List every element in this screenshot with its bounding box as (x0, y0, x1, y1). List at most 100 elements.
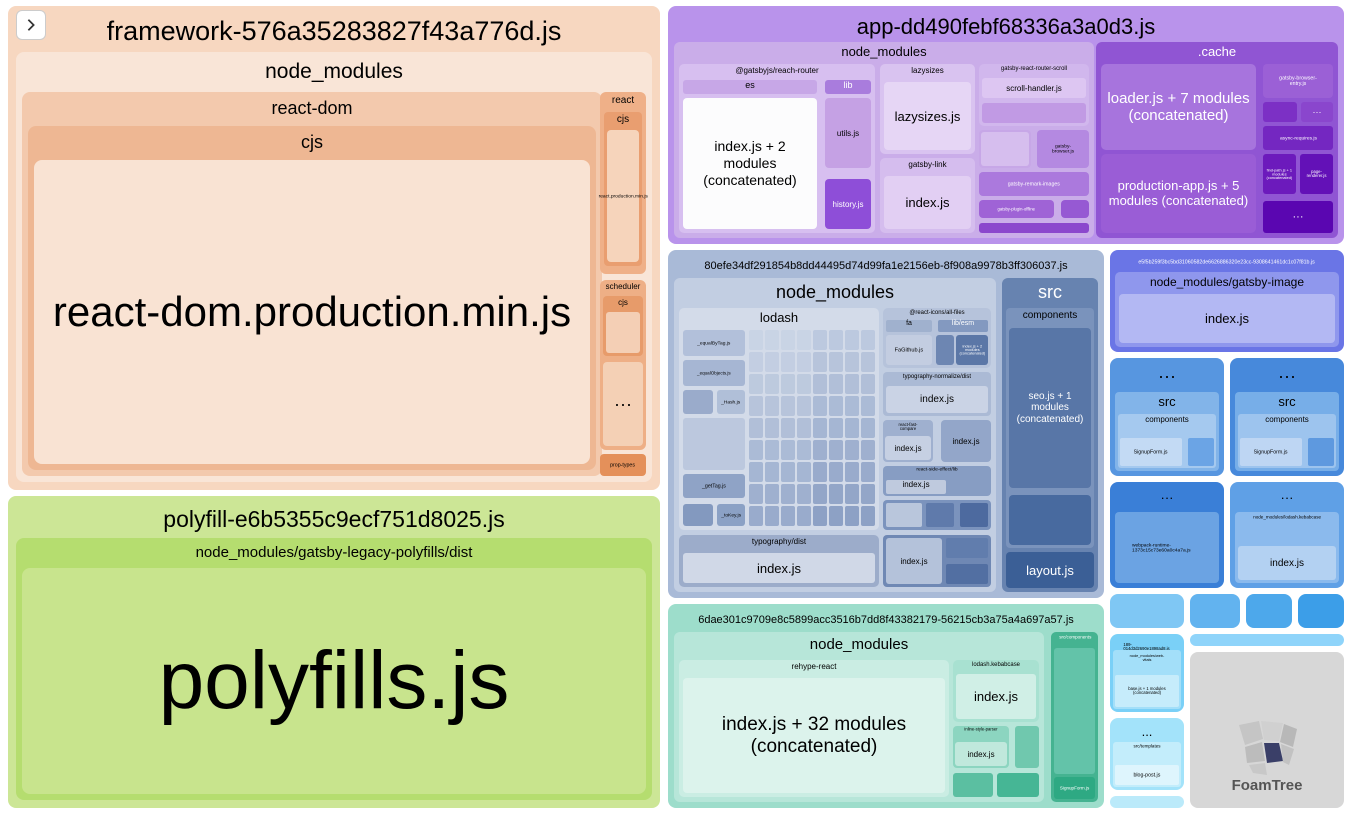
blog-post-inner[interactable]: src/templates blog-post.js (1113, 742, 1181, 787)
typography-normalize-group[interactable]: typography-normalize/dist index.js (883, 372, 991, 416)
chunk2-small-c[interactable] (997, 773, 1039, 797)
chunk-framework[interactable]: framework-576a35283827f43a776d.js node_m… (8, 6, 660, 490)
chunk-gatsby-image[interactable]: e5f5b259f3bc5bd31060582de6626886320e23cc… (1110, 250, 1344, 352)
chunk-small-4[interactable] (1298, 594, 1344, 628)
gatsby-image-file[interactable]: index.js (1119, 294, 1335, 343)
chunk-web-vitals[interactable]: 189-014d3d2690e1898ad8.js node_modules/w… (1110, 634, 1184, 712)
icons-dots[interactable] (936, 335, 954, 365)
chunk1-node-modules[interactable]: node_modules lodash _equalByTag.js _equa… (674, 278, 996, 592)
react-side-effect-group[interactable]: react-side-effect/lib index.js (883, 466, 991, 496)
cjs-group[interactable]: cjs react-dom.production.min.js (28, 126, 596, 470)
page-renderer-file[interactable]: page-renderer.js (1300, 154, 1333, 194)
chunk-small-2[interactable] (1190, 594, 1240, 628)
chunk-tiny-bottom[interactable] (1110, 796, 1184, 808)
gatsby-plugin-offline-group[interactable]: gatsby-plugin-offline (979, 200, 1054, 218)
prop-types-group[interactable]: prop-types (600, 454, 646, 476)
chunk2-small-a[interactable] (1015, 726, 1039, 768)
production-app-file[interactable]: production-app.js + 5 modules (concatena… (1101, 154, 1256, 233)
fa-github-file[interactable]: FaGithub.js (886, 335, 932, 365)
chunk2-small-b[interactable] (953, 773, 993, 797)
lazysizes-file[interactable]: lazysizes.js (884, 82, 971, 150)
layout-file[interactable]: layout.js (1006, 552, 1094, 588)
chunk-src-b[interactable]: ··· src components SignupForm.js (1230, 358, 1344, 476)
scheduler-more[interactable]: ··· (603, 362, 643, 446)
scheduler-file[interactable] (606, 312, 640, 353)
find-path-file[interactable]: find-path.js + 1 modules (concatenated) (1263, 154, 1296, 194)
polyfills-file[interactable]: polyfills.js (22, 568, 646, 794)
icons-index-file[interactable]: index.js + 2 modules (concatenated) (956, 335, 988, 365)
lib-esm-group[interactable]: lib/esm (938, 320, 988, 332)
src-b-inner[interactable]: src components SignupForm.js (1235, 392, 1339, 471)
reach-router-group[interactable]: @gatsbyjs/reach-router es lib index.js +… (679, 64, 875, 233)
chunk2-node-modules[interactable]: node_modules rehype-react index.js + 32 … (674, 632, 1044, 802)
webpack-runtime-file[interactable]: webpack-runtime-1373c15c73e60a0c4a7a.js (1115, 512, 1219, 583)
history-file[interactable]: history.js (825, 179, 871, 229)
lodash-cell[interactable]: _Hash.js (717, 390, 745, 414)
inline-style-group[interactable]: inline-style-parser index.js (953, 726, 1009, 768)
reach-index-file[interactable]: index.js + 2 modules (concatenated) (683, 98, 817, 229)
toggle-sidebar-button[interactable] (16, 10, 46, 40)
lodash-kebab-group[interactable]: lodash.kebabcase index.js (953, 660, 1039, 722)
typography-file[interactable]: index.js (683, 553, 875, 583)
components[interactable]: components SignupForm.js (1118, 414, 1216, 468)
lodash-group[interactable]: lodash _equalByTag.js _equalObjects.js _… (679, 308, 879, 530)
scroll-handler-file[interactable]: scroll-handler.js (982, 78, 1086, 98)
react-fast-compare[interactable]: react-fast-compare index.js (883, 420, 933, 462)
typography-normalize-file[interactable]: index.js (886, 386, 988, 413)
chunk1-misc-bottom[interactable]: index.js (883, 535, 991, 587)
react-cjs[interactable]: cjs react.production.min.js (604, 112, 642, 266)
chunk-src-a[interactable]: ··· src components SignupForm.js (1110, 358, 1224, 476)
lodash-cells[interactable] (683, 418, 745, 470)
rehype-group[interactable]: rehype-react index.js + 32 modules (conc… (679, 660, 949, 797)
chunk-lodash-kebab[interactable]: ··· node_modules/lodash.kebabcase index.… (1230, 482, 1344, 588)
gatsby-image-path[interactable]: node_modules/gatsby-image index.js (1115, 272, 1339, 347)
es-group[interactable]: es (683, 80, 817, 94)
lodash-kebab-inner[interactable]: node_modules/lodash.kebabcase index.js (1235, 512, 1339, 583)
seo-file[interactable]: seo.js + 1 modules (concatenated) (1009, 328, 1091, 488)
scheduler-cjs[interactable]: cjs (603, 296, 643, 356)
misc-row[interactable] (883, 500, 991, 530)
scheduler-group[interactable]: scheduler cjs ··· (600, 280, 646, 450)
web-vitals-inner[interactable]: node_modules/web-vitals base.js + 1 modu… (1113, 650, 1181, 709)
app-node-modules[interactable]: node_modules @gatsbyjs/reach-router es l… (674, 42, 1094, 238)
chunk2-src-components[interactable]: src/components SignupForm.js (1051, 632, 1098, 802)
app-small-a[interactable] (979, 130, 1031, 168)
chunk-strip[interactable] (1190, 634, 1344, 646)
lazysizes-group[interactable]: lazysizes lazysizes.js (880, 64, 975, 154)
chunk-small-3[interactable] (1246, 594, 1292, 628)
lib-group[interactable]: lib (825, 80, 871, 94)
chunk1-src[interactable]: src components seo.js + 1 modules (conca… (1002, 278, 1098, 592)
kebab-file[interactable]: index.js (956, 674, 1036, 719)
lodash-cell[interactable]: _toKey.js (717, 504, 745, 526)
scroll-more[interactable] (982, 103, 1086, 123)
components-group[interactable]: components seo.js + 1 modules (concatena… (1006, 308, 1094, 548)
gatsby-remark-group[interactable]: gatsby-remark-images (979, 172, 1089, 196)
gatsby-browser-file[interactable]: gatsby-browser.js (1037, 130, 1089, 168)
gatsby-scroll-group[interactable]: gatsby-react-router-scroll scroll-handle… (979, 64, 1089, 126)
utils-file[interactable]: utils.js (825, 98, 871, 168)
gatsby-browser-row[interactable] (979, 223, 1089, 233)
chunk-blog-post[interactable]: ... src/templates blog-post.js (1110, 718, 1184, 790)
lodash-cell[interactable] (683, 504, 713, 526)
chunk-polyfill[interactable]: polyfill-e6b5355c9ecf751d8025.js node_mo… (8, 496, 660, 808)
lodash-cell[interactable]: _equalObjects.js (683, 360, 745, 386)
cache-dots-b[interactable]: ··· (1263, 201, 1333, 233)
fa-group[interactable]: fa (886, 320, 932, 332)
react-dom-group[interactable]: react-dom cjs react-dom.production.min.j… (22, 92, 602, 476)
async-requires-file[interactable]: async-requires.js (1263, 126, 1333, 150)
typography-group[interactable]: typography/dist index.js (679, 535, 879, 587)
app-tiny-a[interactable] (1061, 200, 1089, 218)
react-group[interactable]: react cjs react.production.min.js (600, 92, 646, 274)
chunk-webpack-runtime[interactable]: ··· webpack-runtime-1373c15c73e60a0c4a7a… (1110, 482, 1224, 588)
cache-group[interactable]: .cache loader.js + 7 modules (concatenat… (1096, 42, 1338, 238)
misc-index[interactable]: index.js (941, 420, 991, 462)
node-modules-group[interactable]: node_modules react-dom cjs react-dom.pro… (16, 52, 652, 482)
components[interactable]: components SignupForm.js (1238, 414, 1336, 468)
loader-file[interactable]: loader.js + 7 modules (concatenated) (1101, 64, 1256, 150)
gatsby-link-file[interactable]: index.js (884, 176, 971, 229)
browser-entry-file[interactable]: gatsby-browser-entry.js (1263, 64, 1333, 98)
polyfill-path-group[interactable]: node_modules/gatsby-legacy-polyfills/dis… (16, 538, 652, 800)
react-prod-file[interactable]: react.production.min.js (607, 130, 639, 262)
react-icons-group[interactable]: @react-icons/all-files fa lib/esm FaGith… (883, 308, 991, 368)
chunk-small-1[interactable] (1110, 594, 1184, 628)
